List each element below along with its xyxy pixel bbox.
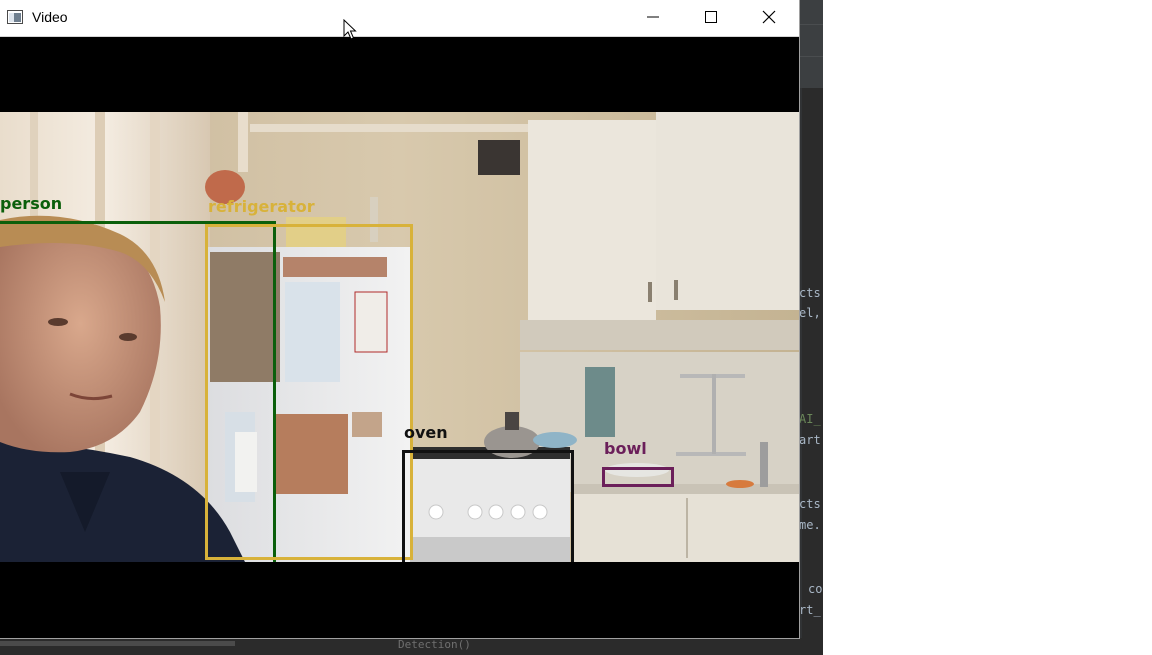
minimize-button[interactable]: [624, 0, 682, 34]
window-titlebar[interactable]: Video: [0, 0, 799, 37]
code-line: me.: [799, 518, 821, 532]
ide-status-text: Detection(): [398, 638, 471, 651]
close-button[interactable]: [740, 0, 798, 34]
video-window[interactable]: Video person refrigerator oven bowl: [0, 0, 800, 639]
detection-box-oven: [402, 450, 574, 562]
video-frame: person refrigerator oven bowl: [0, 112, 799, 562]
code-line: rt_: [799, 603, 821, 617]
code-line: co: [808, 582, 823, 596]
video-canvas: person refrigerator oven bowl: [0, 37, 799, 638]
ide-background-window: cts el, AI_ art cts me. co rt_: [799, 0, 823, 655]
code-line: art: [799, 433, 821, 447]
desktop: cts el, AI_ art cts me. co rt_ Detection…: [0, 0, 1152, 655]
code-line: el,: [799, 306, 821, 320]
code-line: cts: [799, 286, 821, 300]
close-icon: [762, 10, 776, 24]
window-title: Video: [32, 9, 68, 25]
ide-status-strip: Detection(): [0, 638, 823, 655]
code-line: AI_: [799, 412, 821, 426]
ide-toolbar-divider: [799, 24, 823, 25]
detection-box-bowl: [602, 467, 674, 487]
horizontal-scrollbar-thumb[interactable]: [0, 641, 235, 646]
ide-toolbar: [799, 0, 823, 88]
detection-label-refrigerator: refrigerator: [208, 197, 315, 216]
code-line: cts: [799, 497, 821, 511]
detection-label-person: person: [0, 194, 63, 213]
detection-label-oven: oven: [404, 423, 448, 442]
ide-toolbar-divider: [799, 56, 823, 57]
maximize-button[interactable]: [682, 0, 740, 34]
minimize-icon: [647, 16, 659, 18]
mouse-cursor-icon: [343, 19, 357, 40]
detection-label-bowl: bowl: [604, 439, 647, 458]
app-icon: [7, 10, 23, 24]
detection-box-refrigerator: [205, 224, 413, 560]
maximize-icon: [705, 11, 717, 23]
